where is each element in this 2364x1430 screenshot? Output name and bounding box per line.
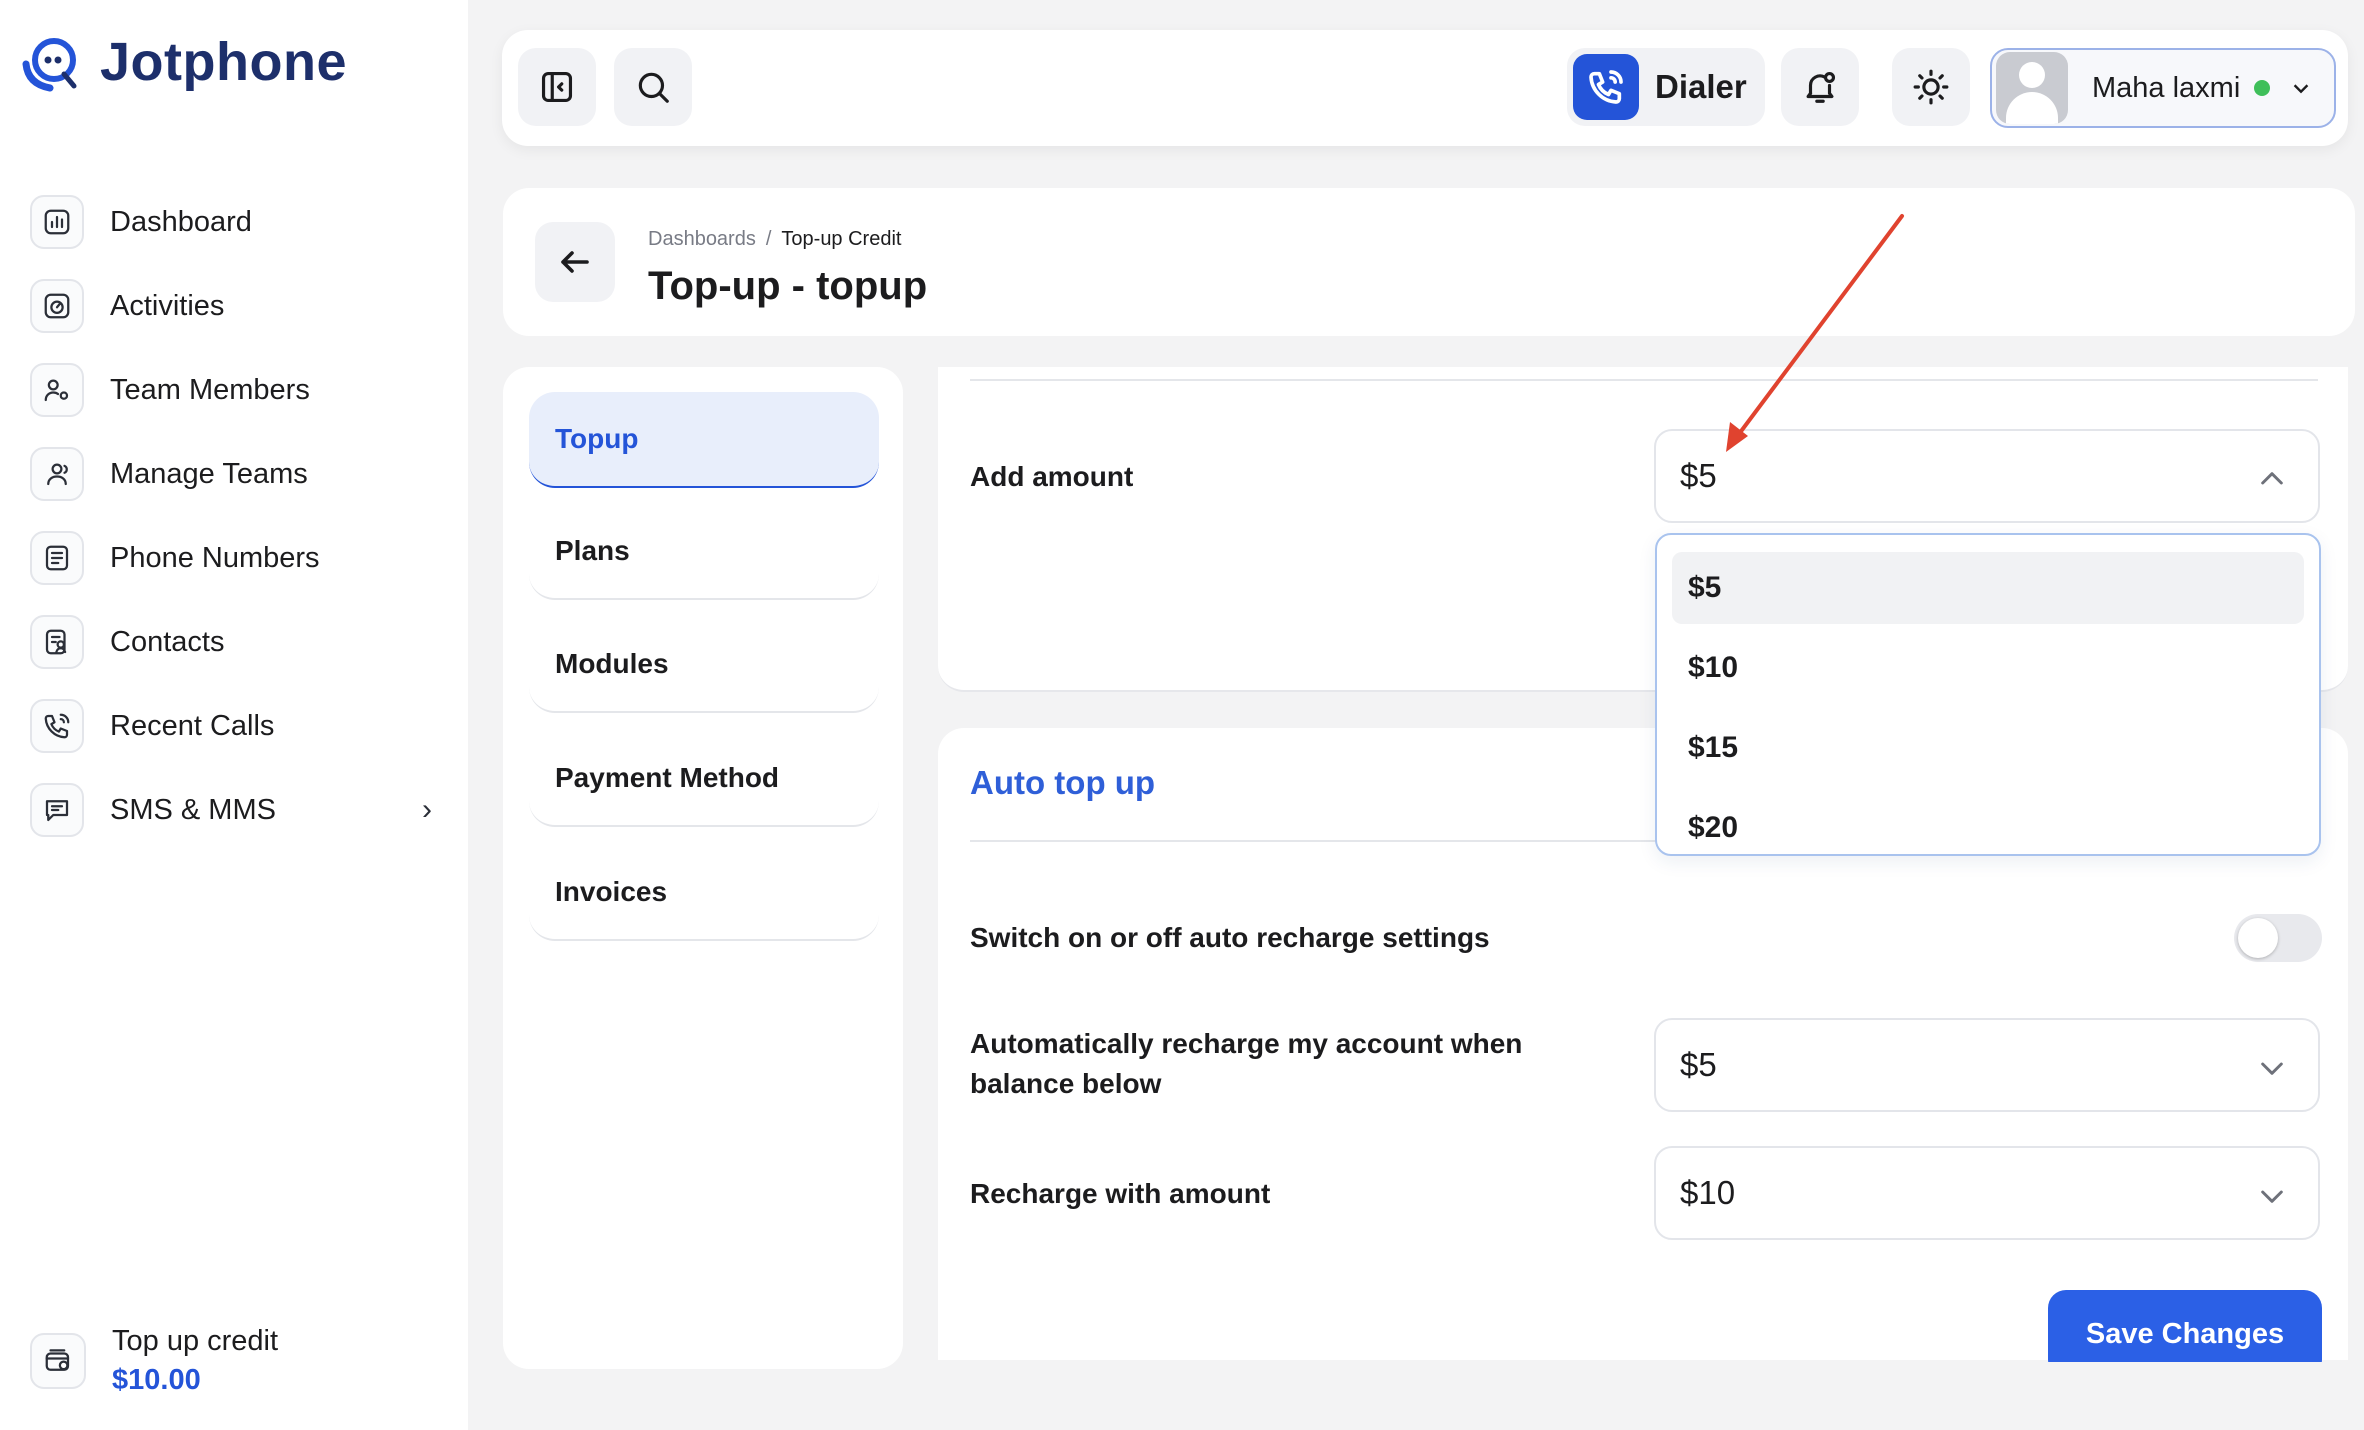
chart-icon (30, 195, 84, 249)
user-gear-icon (30, 363, 84, 417)
phone-list-icon (30, 531, 84, 585)
auto-topup-title: Auto top up (970, 764, 1156, 801)
tab-topup[interactable]: Topup (529, 392, 879, 488)
settings-tabs: Topup Plans Modules Payment Method Invoi… (503, 367, 903, 1369)
users-icon (30, 447, 84, 501)
add-amount-label: Add amount (970, 461, 1134, 492)
tab-modules[interactable]: Modules (529, 617, 879, 713)
contacts-icon (30, 615, 84, 669)
brand-logo[interactable]: Jotphone (20, 30, 347, 94)
recharge-threshold-select[interactable]: $5 (1654, 1018, 2320, 1112)
sidebar-item-phone-numbers[interactable]: Phone Numbers (30, 516, 440, 600)
dropdown-option-20[interactable]: $20 (1672, 792, 2304, 854)
sidebar-item-label: Recent Calls (110, 709, 275, 742)
arrow-left-icon (561, 251, 589, 273)
sidebar-item-activities[interactable]: Activities (30, 264, 440, 348)
search-icon (638, 72, 669, 103)
dialer-phone-icon (1573, 54, 1639, 120)
add-amount-dropdown: $5 $10 $15 $20 (1655, 533, 2321, 856)
recharge-threshold-value: $5 (1680, 1046, 1717, 1083)
chevron-down-icon (2256, 1052, 2288, 1084)
credit-value: $10.00 (112, 1364, 201, 1396)
sun-icon (1913, 69, 1949, 105)
user-profile-menu[interactable]: Maha laxmi (1990, 48, 2336, 128)
auto-recharge-toggle[interactable] (2234, 914, 2322, 962)
sidebar-item-sms-mms[interactable]: SMS & MMS › (30, 768, 440, 852)
add-amount-select[interactable]: $5 (1654, 429, 2320, 523)
notifications-button[interactable] (1781, 48, 1859, 126)
sidebar-item-dashboard[interactable]: Dashboard (30, 180, 440, 264)
sidebar-item-recent-calls[interactable]: Recent Calls (30, 684, 440, 768)
chevron-right-icon[interactable]: › (422, 793, 432, 827)
message-icon (30, 783, 84, 837)
sidebar-item-contacts[interactable]: Contacts (30, 600, 440, 684)
sidebar-item-manage-teams[interactable]: Manage Teams (30, 432, 440, 516)
tab-invoices[interactable]: Invoices (529, 845, 879, 941)
dropdown-option-5[interactable]: $5 (1672, 552, 2304, 624)
top-bar: Dialer Maha laxmi (502, 30, 2348, 146)
sidebar-item-label: Activities (110, 289, 225, 322)
chevron-up-icon (2256, 463, 2288, 495)
user-name: Maha laxmi (2092, 71, 2241, 104)
page-title: Top-up - topup (648, 264, 928, 308)
wallet-icon (30, 1333, 86, 1389)
tab-plans[interactable]: Plans (529, 504, 879, 600)
avatar (1996, 52, 2068, 124)
breadcrumb-separator: / (765, 228, 772, 250)
credit-label: Top up credit (112, 1325, 279, 1357)
tab-payment-method[interactable]: Payment Method (529, 731, 879, 827)
dropdown-option-15[interactable]: $15 (1672, 712, 2304, 784)
gauge-icon (30, 279, 84, 333)
sidebar-item-label: Contacts (110, 625, 225, 658)
sidebar-item-label: Team Members (110, 373, 310, 406)
chevron-down-icon (2290, 77, 2312, 99)
recharge-amount-value: $10 (1680, 1174, 1736, 1211)
dropdown-option-10[interactable]: $10 (1672, 632, 2304, 704)
auto-recharge-switch-label: Switch on or off auto recharge settings (970, 922, 1490, 953)
brand-name: Jotphone (100, 32, 347, 92)
page-background (938, 1362, 2364, 1430)
sidebar-item-label: Dashboard (110, 205, 252, 238)
recharge-threshold-label: Automatically recharge my account when b… (970, 1028, 1523, 1099)
theme-toggle-button[interactable] (1892, 48, 1970, 126)
page-header: Dashboards / Top-up Credit Top-up - topu… (503, 188, 2355, 336)
divider (970, 379, 2318, 381)
toggle-knob (2238, 918, 2278, 958)
breadcrumb-dashboards[interactable]: Dashboards (648, 228, 756, 251)
sidebar-item-label: SMS & MMS (110, 793, 276, 826)
phone-call-icon (30, 699, 84, 753)
breadcrumb-current: Top-up Credit (781, 228, 902, 250)
recharge-amount-label: Recharge with amount (970, 1178, 1271, 1209)
sidebar: Jotphone Dashboard Activities Team Membe… (0, 0, 468, 1430)
sidebar-collapse-icon (541, 71, 573, 103)
dialer-label: Dialer (1655, 68, 1747, 105)
search-button[interactable] (614, 48, 692, 126)
online-status-dot (2254, 80, 2271, 96)
sidebar-item-team-members[interactable]: Team Members (30, 348, 440, 432)
top-up-credit[interactable]: Top up credit $10.00 (30, 1325, 278, 1397)
breadcrumb: Dashboards / Top-up Credit (648, 228, 901, 251)
jotphone-logo-icon (22, 38, 77, 92)
sidebar-item-label: Manage Teams (110, 457, 308, 490)
add-amount-value: $5 (1680, 457, 1717, 494)
bell-icon (1806, 71, 1836, 103)
sidebar-toggle-button[interactable] (518, 48, 596, 126)
sidebar-item-label: Phone Numbers (110, 541, 320, 574)
back-button[interactable] (535, 222, 615, 302)
dialer-button[interactable]: Dialer (1567, 48, 1765, 126)
recharge-amount-select[interactable]: $10 (1654, 1146, 2320, 1240)
sidebar-nav: Dashboard Activities Team Members Manage… (30, 180, 440, 852)
chevron-down-icon (2256, 1180, 2288, 1212)
